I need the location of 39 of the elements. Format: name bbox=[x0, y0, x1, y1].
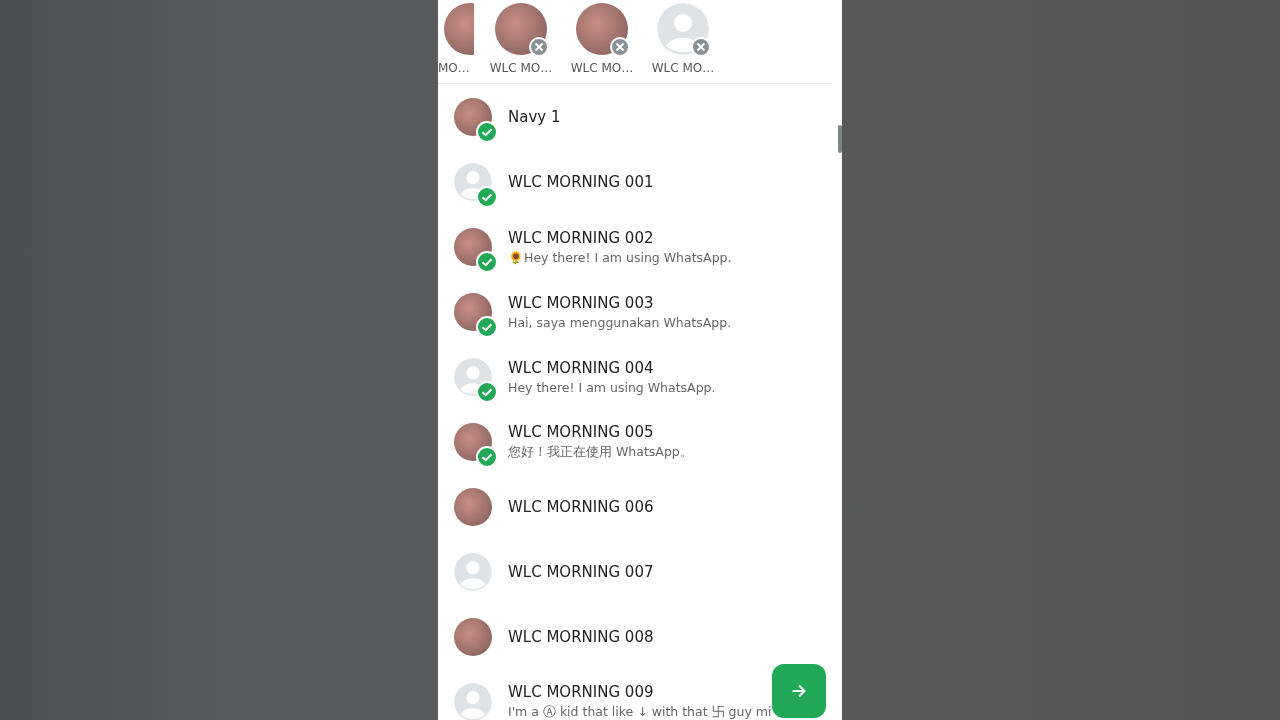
contact-name: WLC MORNING 005 bbox=[508, 422, 655, 441]
next-button[interactable] bbox=[772, 664, 826, 718]
scrollbar-thumb[interactable] bbox=[838, 125, 842, 153]
contact-row[interactable]: WLC MORNING 008 bbox=[438, 604, 842, 669]
contact-row[interactable]: Navy 1 bbox=[438, 84, 842, 149]
contact-row[interactable]: WLC MORNING 009 I'm a Ⓐ kid that like ↓ with that 卐 guy mi bbox=[438, 669, 842, 720]
avatar-photo-placeholder bbox=[454, 617, 492, 656]
contact-name: WLC MORNING 001 bbox=[508, 172, 654, 191]
contact-row[interactable]: WLC MORNING 003 Hai, saya menggunakan WhatsApp. bbox=[438, 279, 842, 344]
avatar-photo-placeholder bbox=[576, 3, 628, 55]
contact-name: WLC MORNING 009 bbox=[508, 682, 655, 701]
contact-status: 您好！我正在使用 WhatsApp。 bbox=[508, 443, 693, 461]
contact-row[interactable]: WLC MORNING 005 您好！我正在使用 WhatsApp。 bbox=[438, 409, 842, 474]
selected-contact-chip[interactable]: WLC MO… bbox=[649, 0, 717, 75]
contact-name: WLC MORNING 003 bbox=[508, 293, 655, 312]
remove-icon[interactable] bbox=[529, 37, 549, 57]
contact-row[interactable]: WLC MORNING 001 bbox=[438, 149, 842, 214]
contact-name: WLC MORNING 006 bbox=[508, 497, 654, 516]
contact-row[interactable]: WLC MORNING 007 bbox=[438, 539, 842, 604]
default-avatar-icon bbox=[454, 552, 492, 591]
contact-name: Navy 1 bbox=[508, 107, 561, 126]
avatar-photo-placeholder bbox=[454, 487, 492, 526]
contact-name: WLC MORNING 008 bbox=[508, 627, 654, 646]
selected-contact-chip[interactable]: WLC MO… bbox=[568, 0, 636, 75]
contact-status: 🌻Hey there! I am using WhatsApp. bbox=[508, 249, 732, 265]
remove-icon[interactable] bbox=[610, 37, 630, 57]
selected-contact-chip[interactable]: MO… bbox=[438, 0, 474, 75]
contact-row[interactable]: WLC MORNING 002 🌻Hey there! I am using WhatsApp. bbox=[438, 214, 842, 279]
contact-row[interactable]: WLC MORNING 004 Hey there! I am using WhatsApp. bbox=[438, 344, 842, 409]
contact-name: WLC MORNING 002 bbox=[508, 228, 655, 247]
remove-icon[interactable] bbox=[691, 37, 711, 57]
contact-status: I'm a Ⓐ kid that like ↓ with that 卐 guy mi bbox=[508, 703, 772, 720]
avatar-photo-placeholder bbox=[495, 3, 547, 55]
contact-name: WLC MORNING 004 bbox=[508, 358, 655, 377]
contact-name: WLC MORNING 007 bbox=[508, 562, 654, 581]
selected-contact-chip[interactable]: WLC MO… bbox=[487, 0, 555, 75]
contact-status: Hai, saya menggunakan WhatsApp. bbox=[508, 314, 732, 330]
contact-status: Hey there! I am using WhatsApp. bbox=[508, 379, 716, 395]
contact-row[interactable]: WLC MORNING 006 bbox=[438, 474, 842, 539]
